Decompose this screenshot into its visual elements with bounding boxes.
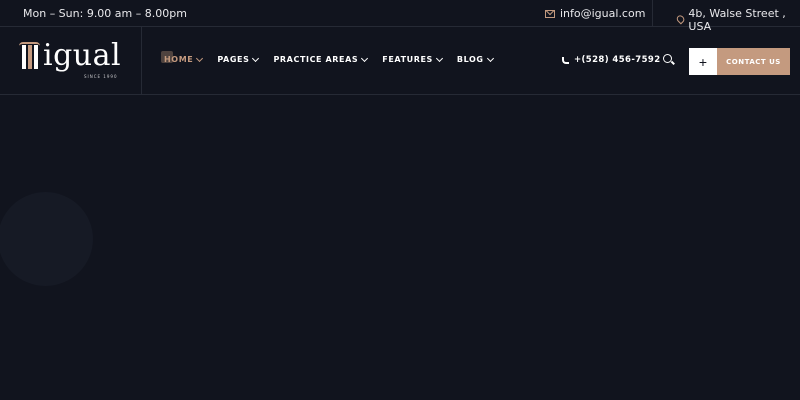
opening-hours: Mon – Sun: 9.00 am – 8.00pm	[23, 7, 187, 20]
site-logo[interactable]: igual SINCE 1990	[18, 41, 128, 81]
chevron-down-icon	[361, 54, 369, 62]
logo-tagline: SINCE 1990	[84, 74, 118, 79]
topbar-divider	[652, 0, 653, 27]
phone-number: +(528) 456-7592	[574, 55, 661, 65]
logo-wordmark: igual	[43, 38, 122, 73]
phone-link[interactable]: +(528) 456-7592	[562, 55, 661, 65]
search-icon[interactable]	[663, 54, 675, 66]
mail-icon	[545, 9, 555, 18]
email-link[interactable]: info@igual.com	[545, 7, 645, 20]
nav-blog-label: BLOG	[456, 55, 484, 64]
nav-pages-label: PAGES	[217, 55, 250, 64]
main-header: igual SINCE 1990 HOME PAGES PRACTICE ARE…	[0, 27, 800, 95]
nav-features-label: FEATURES	[382, 55, 433, 64]
contact-us-button[interactable]: CONTACT US	[717, 48, 790, 75]
map-pin-icon	[675, 13, 687, 25]
chevron-down-icon	[196, 54, 204, 62]
phone-icon	[562, 56, 569, 64]
nav-practice-areas[interactable]: PRACTICE AREAS	[273, 54, 369, 64]
chevron-down-icon	[252, 54, 260, 62]
nav-home[interactable]: HOME	[160, 51, 204, 64]
decorative-circle	[0, 192, 93, 286]
top-info-bar: Mon – Sun: 9.00 am – 8.00pm info@igual.c…	[0, 0, 800, 33]
nav-pages[interactable]: PAGES	[217, 54, 260, 64]
header-divider	[141, 27, 142, 95]
main-nav: HOME PAGES PRACTICE AREAS FEATURES BLOG	[160, 51, 508, 64]
email-text: info@igual.com	[560, 7, 646, 20]
chevron-down-icon	[486, 54, 494, 62]
nav-blog[interactable]: BLOG	[456, 54, 494, 64]
chevron-down-icon	[435, 54, 443, 62]
nav-features[interactable]: FEATURES	[382, 54, 443, 64]
nav-home-label: HOME	[164, 55, 194, 64]
sidebar-toggle-button[interactable]: +	[689, 48, 717, 75]
pillar-logo-icon	[18, 41, 40, 73]
nav-practice-areas-label: PRACTICE AREAS	[273, 55, 359, 64]
